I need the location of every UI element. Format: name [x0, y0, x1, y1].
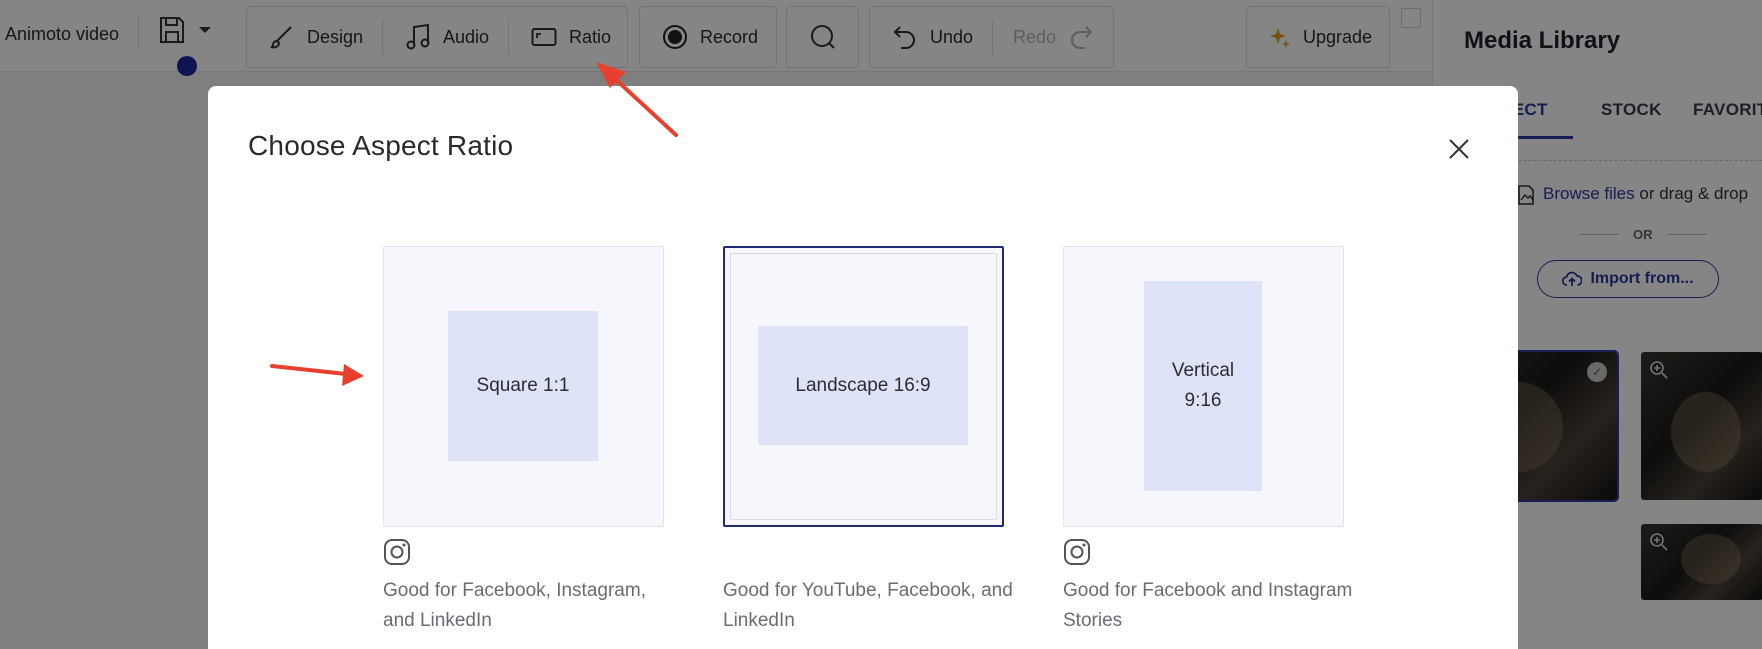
arrow-to-square-option [270, 364, 364, 386]
annotation-arrows [270, 62, 678, 386]
arrow-to-ratio-button [596, 62, 678, 137]
